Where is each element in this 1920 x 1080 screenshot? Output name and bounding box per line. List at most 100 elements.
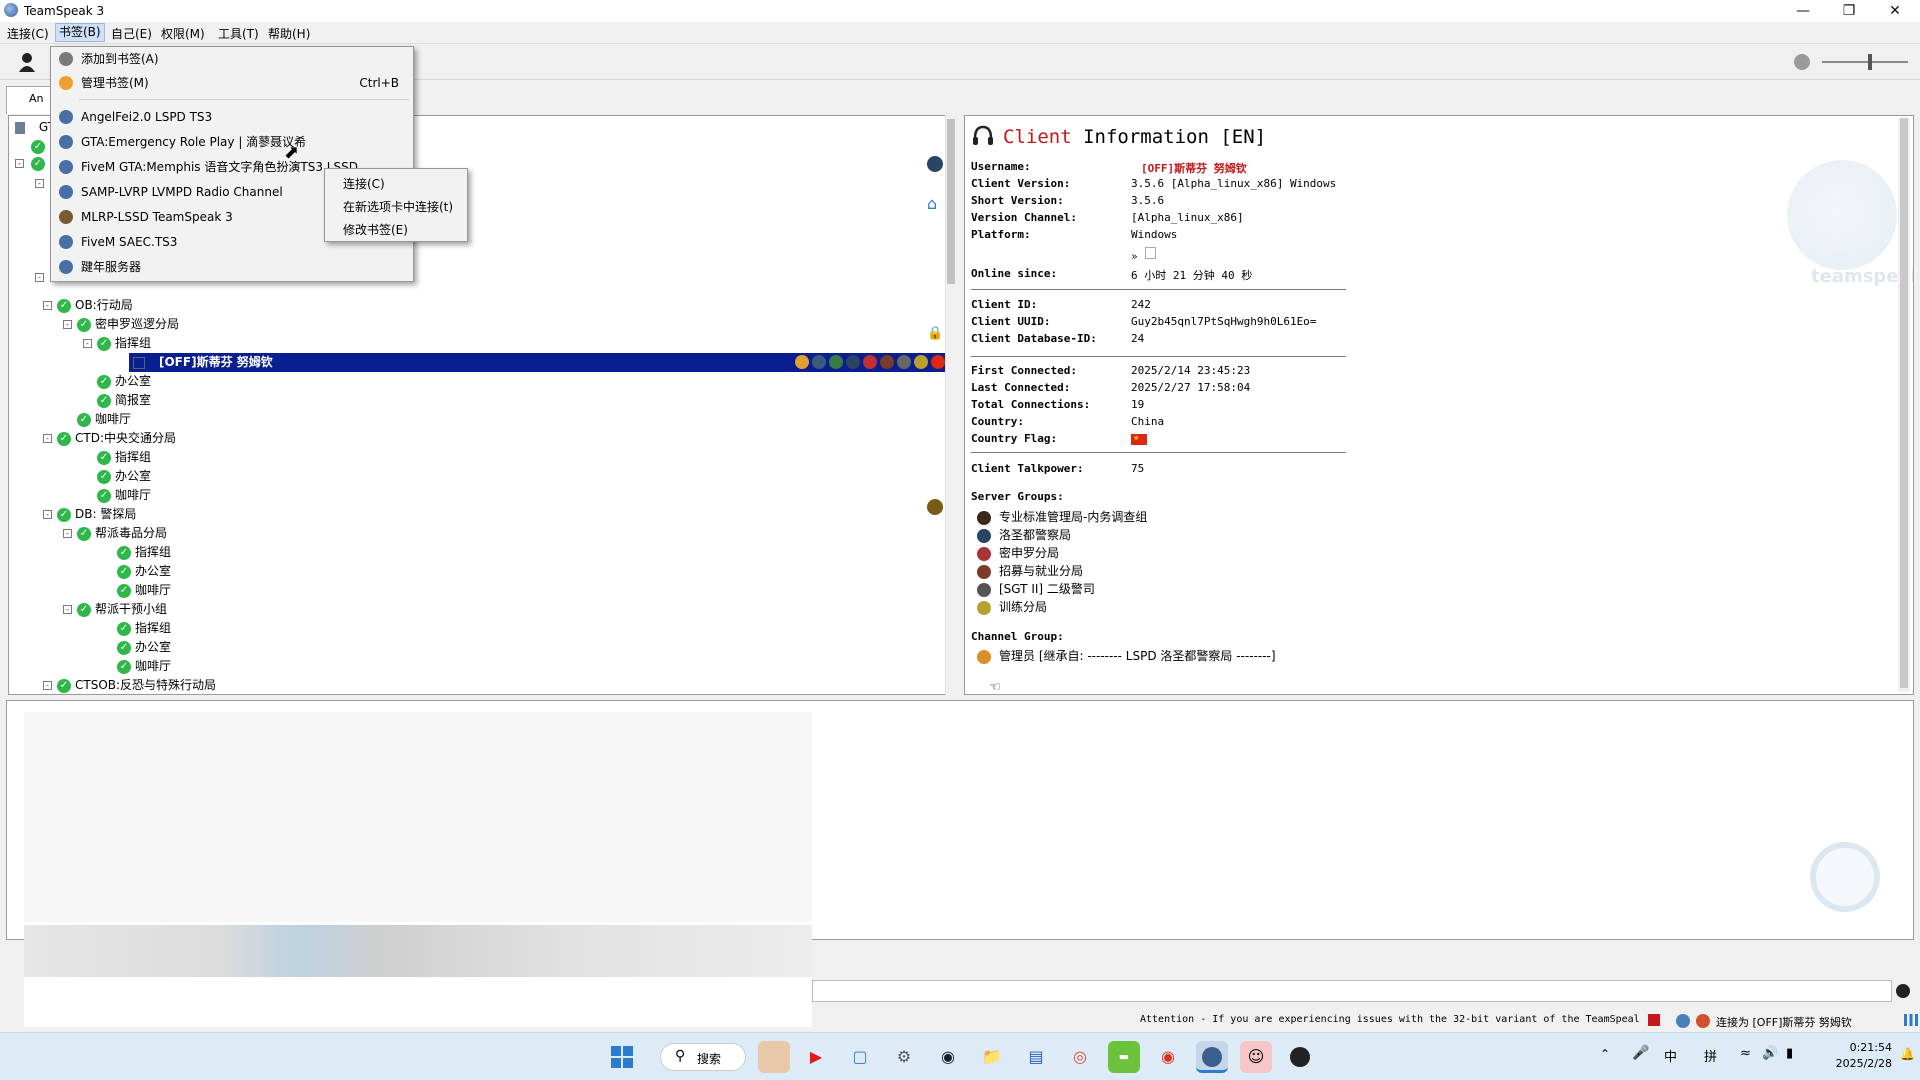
check-icon: ✓ xyxy=(57,507,71,522)
expand-toggle[interactable]: - xyxy=(43,681,52,690)
channel-node[interactable]: ✓ 指挥组 xyxy=(97,334,151,353)
channel-node[interactable]: ✓ 办公室 xyxy=(117,562,171,581)
channel-node[interactable]: ✓ 帮派干预小组 xyxy=(77,600,167,619)
volume-slider-handle[interactable] xyxy=(1868,54,1872,70)
ime-language[interactable]: 中 xyxy=(1664,1046,1677,1065)
expand-toggle[interactable]: - xyxy=(83,339,92,348)
tree-scrollbar[interactable] xyxy=(945,115,956,695)
info-scroll-thumb[interactable] xyxy=(1900,118,1908,688)
expand-toggle[interactable]: - xyxy=(35,273,44,282)
alert-icon[interactable] xyxy=(1696,1014,1710,1028)
battery-icon[interactable]: ▮ xyxy=(1786,1046,1793,1061)
menu-tools[interactable]: 工具(T) xyxy=(215,25,262,42)
clock-time[interactable]: 0:21:54 xyxy=(1822,1041,1892,1054)
expand-toggle[interactable]: - xyxy=(63,605,72,614)
bookmark-item[interactable]: AngelFei2.0 LSPD TS3 xyxy=(51,105,413,129)
menu-permissions[interactable]: 权限(M) xyxy=(158,25,208,42)
channel-node[interactable]: ✓ 咖啡厅 xyxy=(117,657,171,676)
volume-icon[interactable]: 🔊 xyxy=(1762,1046,1778,1061)
file-explorer-icon[interactable]: 📁 xyxy=(976,1041,1008,1073)
channel-node[interactable]: ✓ xyxy=(31,154,49,173)
emoji-icon[interactable] xyxy=(1896,984,1910,998)
taskbar-search[interactable]: ⚲ 搜索 xyxy=(660,1043,746,1071)
channel-node[interactable]: ✓ 指挥组 xyxy=(117,543,171,562)
notification-icon[interactable]: 🔔 xyxy=(1900,1047,1915,1061)
submenu-edit-bookmark[interactable]: 修改书签(E) xyxy=(343,221,408,238)
microphone-icon[interactable]: 🎤 xyxy=(1632,1045,1649,1061)
channel-node[interactable]: ✓ 简报室 xyxy=(97,391,151,410)
expand-toggle[interactable]: - xyxy=(43,301,52,310)
submenu-connect[interactable]: 连接(C) xyxy=(343,175,385,192)
add-bookmark-icon xyxy=(59,52,73,66)
notepad-icon[interactable]: ▤ xyxy=(1020,1041,1052,1073)
expand-toggle[interactable]: - xyxy=(63,529,72,538)
bookmark-item[interactable]: 踺年服务器 xyxy=(51,255,413,279)
client-node[interactable]: [OFF]斯蒂芬 努姆钦 xyxy=(129,353,949,372)
info-label: Client ID: xyxy=(971,298,1038,311)
manage-bookmarks-item[interactable]: 管理书签(M) Ctrl+B xyxy=(51,71,413,95)
channel-node[interactable]: ✓ 指挥组 xyxy=(97,448,151,467)
obs-icon[interactable] xyxy=(1284,1041,1316,1073)
channel-node[interactable]: ✓ CTD:中央交通分局 xyxy=(57,429,176,448)
menu-self[interactable]: 自己(E) xyxy=(108,25,155,42)
steam-icon[interactable]: ◉ xyxy=(932,1041,964,1073)
youtube-icon[interactable]: ▶ xyxy=(800,1041,832,1073)
channel-node[interactable]: ✓ 帮派毒品分局 xyxy=(77,524,167,543)
ime-mode[interactable]: 拼 xyxy=(1704,1046,1717,1065)
expand-toggle[interactable]: - xyxy=(43,434,52,443)
volume-slider[interactable] xyxy=(1822,61,1908,63)
title-bar: TeamSpeak 3 — ❐ ✕ xyxy=(0,0,1920,22)
channel-node[interactable]: ✓ DB: 警探局 xyxy=(57,505,136,524)
channel-node[interactable]: ✓ 办公室 xyxy=(117,638,171,657)
channel-node[interactable]: ✓ 指挥组 xyxy=(117,619,171,638)
away-status-icon[interactable] xyxy=(18,52,36,72)
expand-toggle[interactable]: - xyxy=(15,159,24,168)
submenu-connect-new-tab[interactable]: 在新选项卡中连接(t) xyxy=(343,198,453,215)
expand-toggle[interactable]: - xyxy=(63,320,72,329)
wifi-icon[interactable]: ≈ xyxy=(1740,1046,1751,1061)
widget-app-icon[interactable] xyxy=(758,1041,790,1073)
close-button[interactable]: ✕ xyxy=(1872,0,1918,22)
menu-help[interactable]: 帮助(H) xyxy=(265,25,313,42)
start-button[interactable] xyxy=(606,1041,638,1073)
channel-node[interactable]: ✓ OB:行动局 xyxy=(57,296,133,315)
tray-expand-icon[interactable]: ⌃ xyxy=(1600,1047,1610,1061)
netease-music-icon[interactable]: ◉ xyxy=(1152,1041,1184,1073)
channel-node[interactable]: ✓ CTSOB:反恐与特殊行动局 xyxy=(57,676,216,694)
add-bookmark-item[interactable]: 添加到书签(A) xyxy=(51,47,413,71)
restore-button[interactable]: ❐ xyxy=(1826,0,1872,22)
expand-toggle[interactable]: - xyxy=(35,179,44,188)
client-name: [OFF]斯蒂芬 努姆钦 xyxy=(159,355,273,369)
qq-icon[interactable]: ☺ xyxy=(1240,1041,1272,1073)
bookmark-label: FiveM SAEC.TS3 xyxy=(81,235,178,249)
chrome-icon[interactable]: ◎ xyxy=(1064,1041,1096,1073)
game-launcher-icon[interactable]: ▬ xyxy=(1108,1041,1140,1073)
menu-bookmarks[interactable]: 书签(B) xyxy=(55,23,105,42)
divider xyxy=(971,356,1346,357)
bookmark-item[interactable]: GTA:Emergency Role Play | 滴蓼聂议希 xyxy=(51,130,413,154)
expand-toggle[interactable]: - xyxy=(43,510,52,519)
settings-icon[interactable]: ⚙ xyxy=(888,1041,920,1073)
channel-name: 办公室 xyxy=(135,564,172,578)
channel-node[interactable]: ✓ 办公室 xyxy=(97,467,151,486)
channel-node[interactable]: ✓ 咖啡厅 xyxy=(117,581,171,600)
channel-node[interactable]: ✓ 咖啡厅 xyxy=(97,486,151,505)
chat-input[interactable] xyxy=(812,980,1892,1002)
channel-node[interactable]: ✓ 咖啡厅 xyxy=(77,410,131,429)
menu-connect[interactable]: 连接(C) xyxy=(4,25,52,42)
taskbar-search-label: 搜索 xyxy=(697,1052,722,1066)
info-value: [OFF]斯蒂芬 努姆钦 xyxy=(1141,162,1247,175)
teamspeak-taskbar-icon[interactable] xyxy=(1196,1041,1228,1073)
redacted-region xyxy=(24,977,812,1027)
info-scrollbar[interactable] xyxy=(1898,118,1910,692)
minimize-button[interactable]: — xyxy=(1780,0,1826,22)
clock-date[interactable]: 2025/2/28 xyxy=(1822,1057,1892,1070)
warning-icon[interactable] xyxy=(1648,1014,1660,1026)
status-icon xyxy=(1676,1014,1690,1028)
tree-scroll-thumb[interactable] xyxy=(947,119,955,284)
channel-node[interactable]: ✓ 密申罗巡逻分局 xyxy=(77,315,179,334)
channel-name: 帮派干预小组 xyxy=(95,602,168,616)
channel-name: CTD:中央交通分局 xyxy=(75,431,176,445)
tablet-app-icon[interactable]: ▢ xyxy=(844,1041,876,1073)
channel-node[interactable]: ✓ 办公室 xyxy=(97,372,151,391)
